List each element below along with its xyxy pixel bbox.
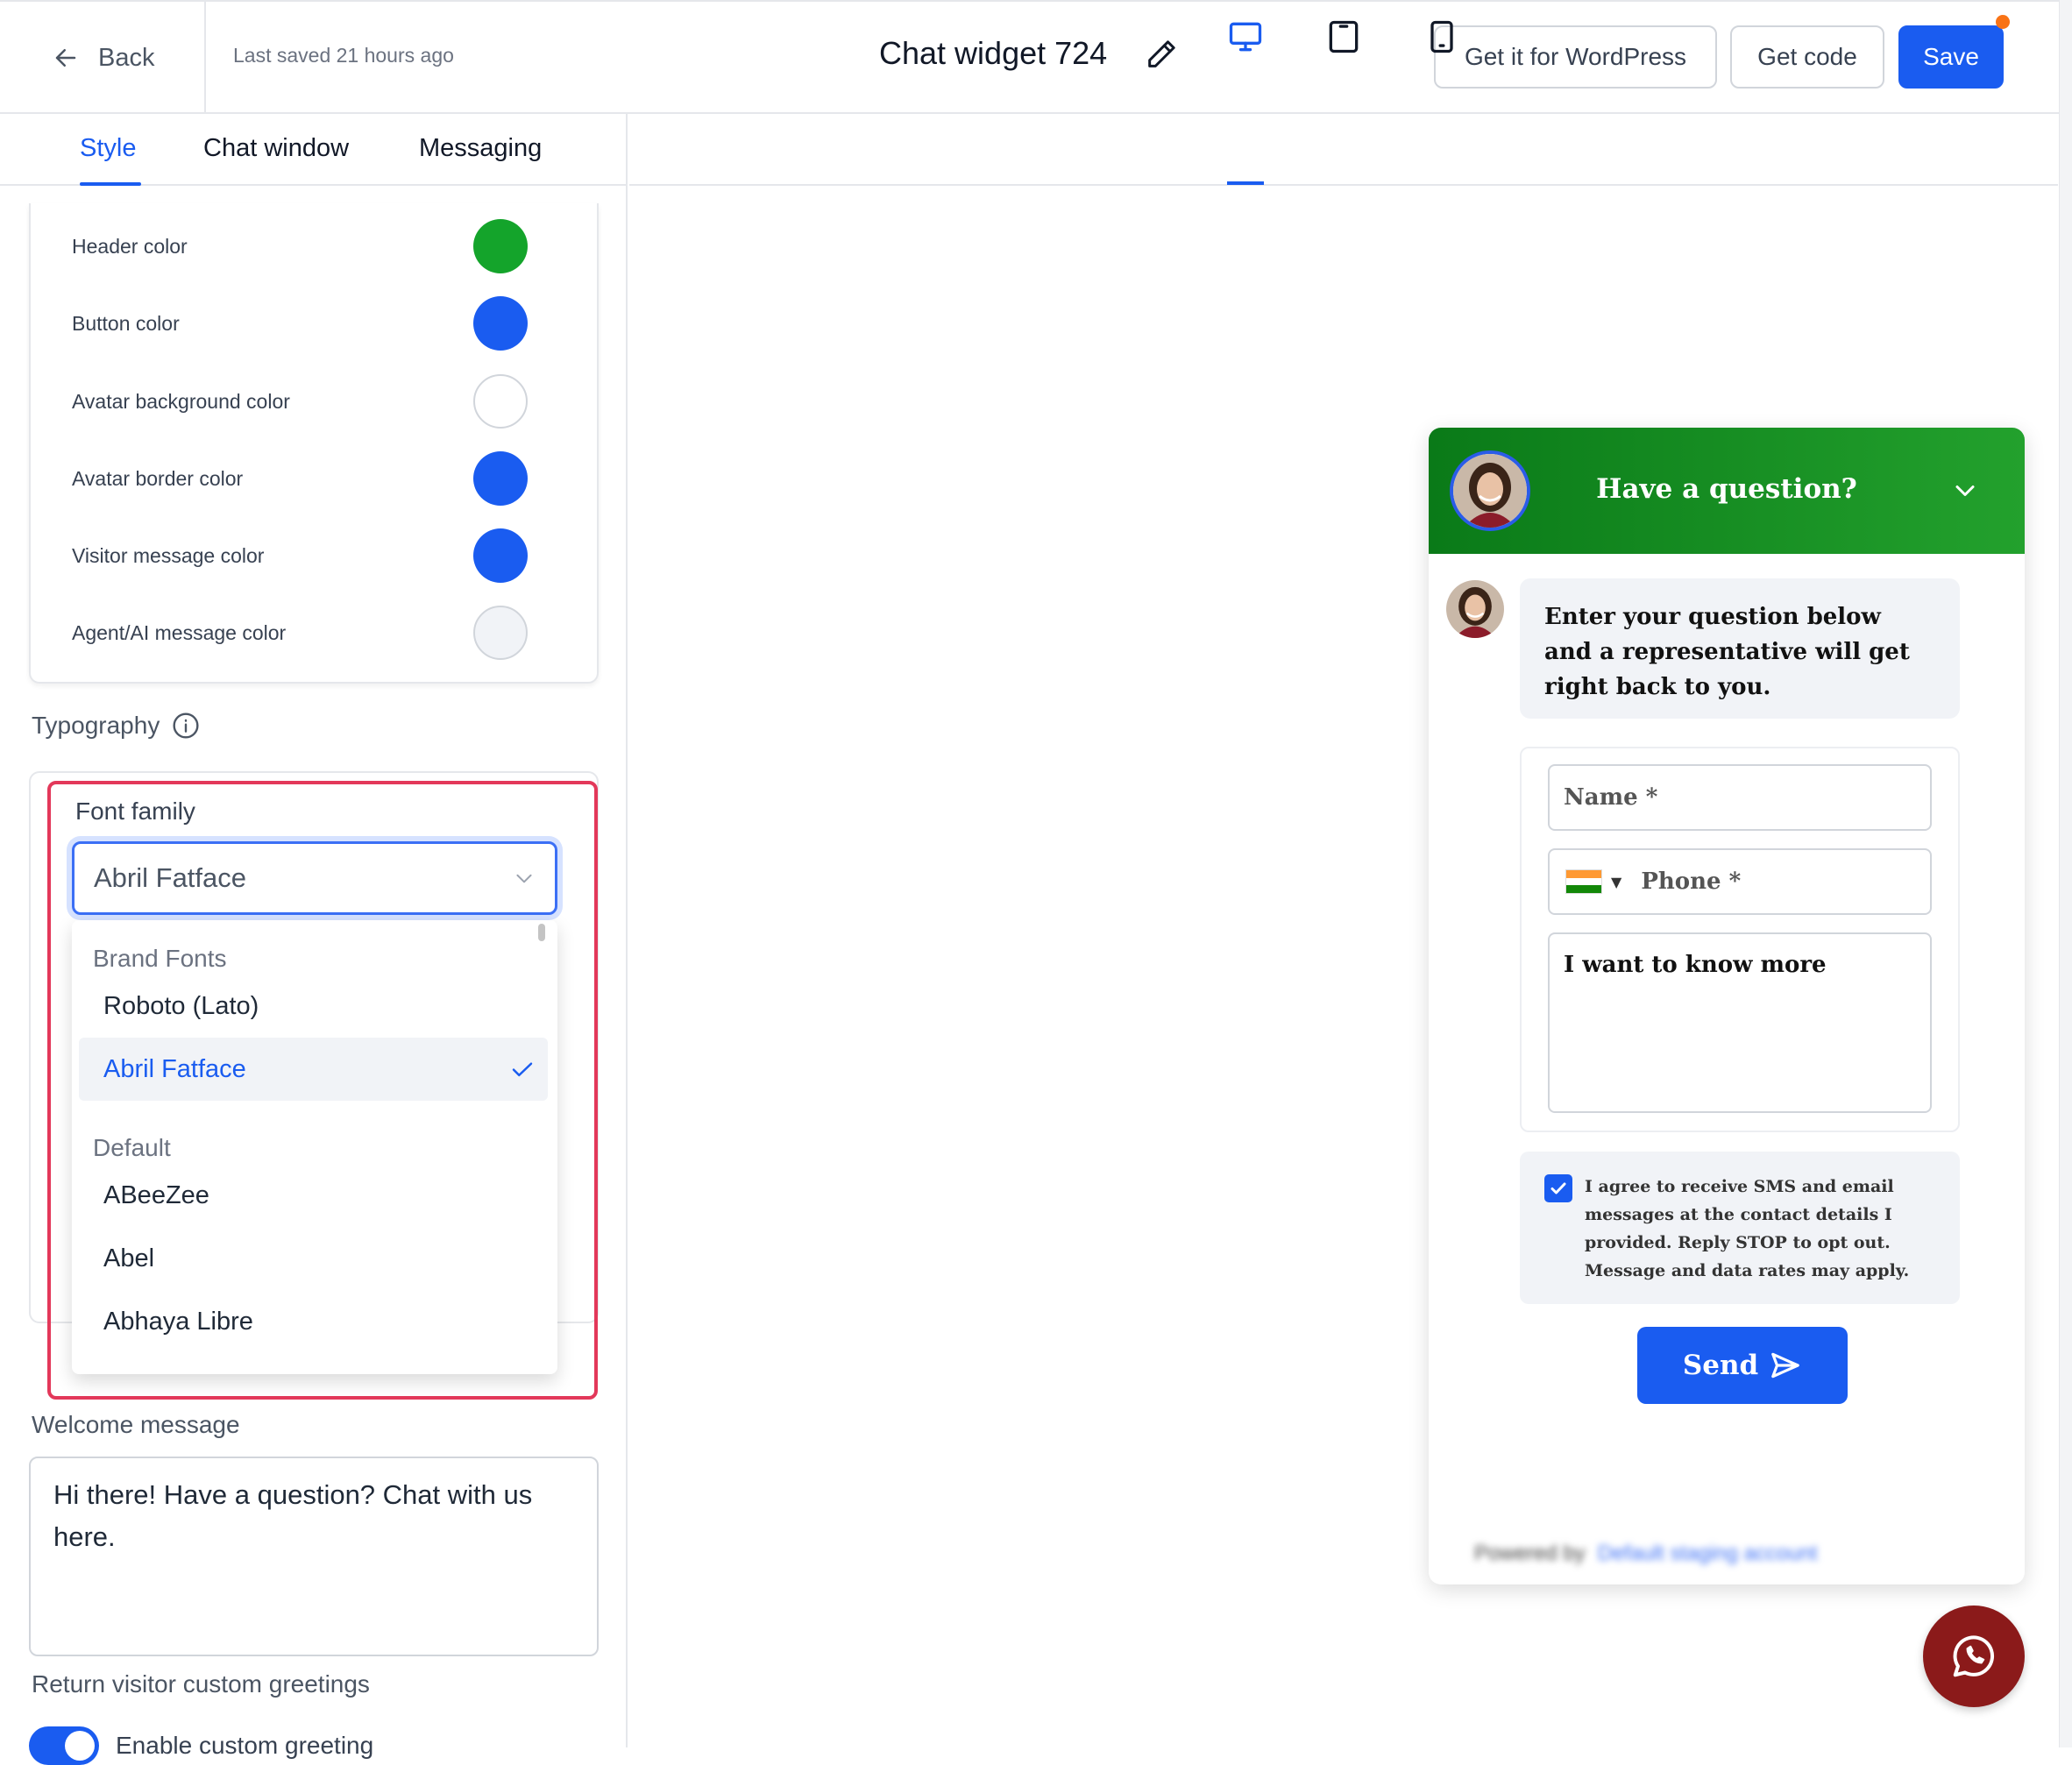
selected-font-value: Abril Fatface (94, 862, 247, 893)
notification-dot (1996, 15, 2010, 29)
powered-by-label: Powered by (1474, 1542, 1586, 1565)
button-color-swatch[interactable] (473, 296, 528, 351)
font-family-label: Font family (75, 797, 195, 825)
color-row-avatar-bg: Avatar background color (72, 374, 528, 429)
font-option-label: Abel (103, 1244, 155, 1272)
settings-tabs: Style Chat window Messaging (0, 114, 628, 186)
color-label: Agent/AI message color (72, 620, 287, 644)
pencil-icon[interactable] (1144, 37, 1179, 72)
mobile-icon[interactable] (1423, 18, 1461, 56)
widget-header-title: Have a question? (1596, 473, 1857, 505)
back-button[interactable]: Back (53, 37, 154, 79)
tab-chat-window[interactable]: Chat window (203, 134, 349, 163)
color-row-agent-msg: Agent/AI message color (72, 606, 528, 660)
font-option-selected[interactable]: Abril Fatface (79, 1038, 548, 1101)
bot-message-bubble: Enter your question below and a represen… (1520, 578, 1960, 719)
checkmark-icon (1550, 1182, 1566, 1194)
font-option[interactable]: ABeeZee (79, 1164, 548, 1227)
dropdown-group-label: Default (93, 1134, 171, 1161)
active-device-indicator (1227, 181, 1264, 185)
checkmark-icon (512, 1062, 533, 1077)
active-tab-indicator (80, 182, 141, 186)
avatar-bg-color-swatch[interactable] (473, 374, 528, 429)
return-visitor-label: Return visitor custom greetings (32, 1670, 370, 1698)
powered-by-link[interactable]: Default staging account (1598, 1542, 1818, 1566)
desktop-icon[interactable] (1226, 18, 1265, 56)
chevron-down-icon (516, 874, 532, 883)
divider (204, 0, 206, 112)
color-label: Button color (72, 311, 180, 335)
device-switcher (629, 114, 2058, 186)
chevron-down-icon[interactable] (1949, 475, 1981, 507)
custom-greeting-label: Enable custom greeting (116, 1732, 374, 1759)
color-row-avatar-border: Avatar border color (72, 451, 528, 506)
font-option[interactable]: Abhaya Libre (79, 1290, 548, 1353)
typography-label: Typography (32, 712, 160, 739)
visitor-msg-color-swatch[interactable] (473, 528, 528, 583)
consent-checkbox[interactable] (1544, 1174, 1572, 1202)
arrow-left-icon (55, 49, 76, 67)
font-option-label: ABeeZee (103, 1180, 209, 1209)
avatar-image (1446, 580, 1504, 638)
font-option-label: Abhaya Libre (103, 1307, 253, 1336)
tablet-icon[interactable] (1324, 18, 1363, 56)
color-label: Avatar background color (72, 389, 290, 413)
phone-placeholder: Phone * (1641, 868, 1742, 895)
powered-by: Powered by Default staging account (1474, 1541, 1977, 1567)
tab-messaging[interactable]: Messaging (419, 134, 542, 163)
send-label: Send (1682, 1350, 1759, 1381)
page-scrollbar[interactable] (2059, 0, 2072, 1747)
color-label: Avatar border color (72, 466, 244, 490)
phone-input[interactable]: ▼ Phone * (1548, 848, 1932, 915)
color-row-visitor-msg: Visitor message color (72, 528, 528, 583)
color-label: Visitor message color (72, 543, 265, 567)
toggle-knob (65, 1731, 95, 1761)
send-icon (1771, 1352, 1799, 1379)
last-saved-text: Last saved 21 hours ago (233, 44, 454, 67)
save-button[interactable]: Save (1898, 25, 2004, 89)
message-avatar (1446, 580, 1504, 638)
font-option[interactable]: Roboto (Lato) (79, 975, 548, 1038)
dropdown-group-label: Brand Fonts (93, 945, 227, 972)
header-color-swatch[interactable] (473, 219, 528, 273)
custom-greeting-toggle[interactable] (29, 1726, 99, 1765)
whatsapp-icon (1953, 1635, 1995, 1677)
whatsapp-launcher-button[interactable] (1923, 1606, 2025, 1707)
welcome-message-label: Welcome message (32, 1411, 240, 1438)
message-input[interactable]: I want to know more (1548, 932, 1932, 1113)
color-row-button: Button color (72, 296, 528, 351)
font-option-label: Roboto (Lato) (103, 991, 259, 1020)
caret-down-icon[interactable]: ▼ (1611, 874, 1621, 890)
back-label: Back (98, 43, 155, 72)
avatar-border-color-swatch[interactable] (473, 451, 528, 506)
agent-msg-color-swatch[interactable] (473, 606, 528, 660)
tab-style[interactable]: Style (80, 134, 136, 163)
india-flag-icon[interactable] (1565, 869, 1602, 894)
dropdown-scrollbar[interactable] (538, 924, 545, 941)
consent-text: I agree to receive SMS and email message… (1585, 1177, 1910, 1280)
font-family-select[interactable]: Abril Fatface (72, 841, 557, 915)
info-icon[interactable] (172, 712, 200, 740)
widget-title: Chat widget 724 (879, 35, 1108, 71)
get-wordpress-button[interactable]: Get it for WordPress (1434, 25, 1717, 89)
send-button[interactable]: Send (1637, 1327, 1848, 1404)
color-label: Header color (72, 234, 188, 258)
font-dropdown-menu: Brand Fonts Roboto (Lato) Abril Fatface … (72, 920, 557, 1374)
get-code-button[interactable]: Get code (1730, 25, 1884, 89)
color-row-header: Header color (72, 219, 528, 273)
font-option-label: Abril Fatface (103, 1054, 246, 1083)
typography-heading: Typography (32, 712, 200, 740)
welcome-message-input[interactable]: Hi there! Have a question? Chat with us … (29, 1457, 599, 1656)
font-option[interactable]: Abel (79, 1227, 548, 1290)
name-input[interactable]: Name * (1548, 764, 1932, 831)
